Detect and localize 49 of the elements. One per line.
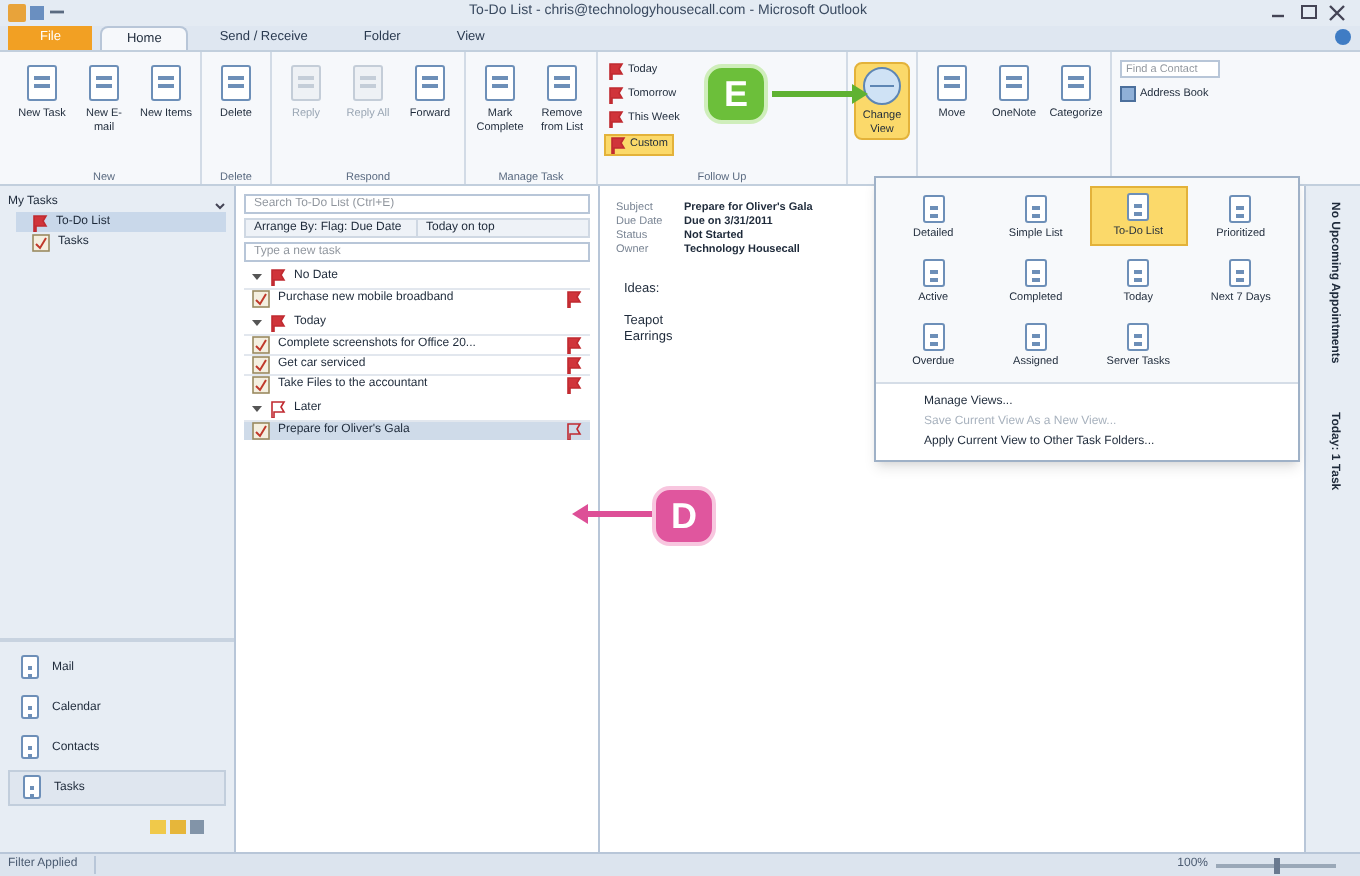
page-icon xyxy=(480,64,520,104)
task-icon xyxy=(252,336,270,354)
page-icon xyxy=(16,694,44,722)
task-icon xyxy=(252,422,270,440)
flag-icon xyxy=(566,290,582,308)
page-icon xyxy=(917,193,950,226)
page-icon xyxy=(1224,193,1257,226)
task-icon xyxy=(252,376,270,394)
page-icon xyxy=(286,64,326,104)
page-icon xyxy=(1019,193,1052,226)
callout-badge: D xyxy=(652,486,716,546)
caret-icon xyxy=(252,271,262,281)
task-icon xyxy=(32,233,50,251)
page-icon xyxy=(1056,64,1096,104)
shortcut-icons-drawing xyxy=(150,818,210,836)
page-icon xyxy=(542,64,582,104)
page-icon xyxy=(917,257,950,290)
quick-access-toolbar-drawing xyxy=(8,4,68,22)
caret-icon xyxy=(252,403,262,413)
page-icon xyxy=(84,64,124,104)
page-icon xyxy=(994,64,1034,104)
help-icon xyxy=(1334,28,1352,46)
page-icon xyxy=(1019,321,1052,354)
task-icon xyxy=(252,290,270,308)
slider-thumb[interactable] xyxy=(1273,857,1279,873)
page-icon xyxy=(16,734,44,762)
page-icon xyxy=(1019,257,1052,290)
caret-icon xyxy=(252,317,262,327)
page-icon xyxy=(917,321,950,354)
task-icon xyxy=(252,356,270,374)
page-icon xyxy=(18,774,46,802)
globe-icon xyxy=(862,66,902,106)
page-icon xyxy=(932,64,972,104)
flag-icon xyxy=(32,213,48,231)
flag-icon xyxy=(566,422,582,440)
page-icon xyxy=(22,64,62,104)
page-icon xyxy=(1122,257,1155,290)
page-icon xyxy=(216,64,256,104)
page-icon xyxy=(146,64,186,104)
callout-arrow xyxy=(772,84,868,104)
callout-badge: E xyxy=(704,64,768,124)
page-icon xyxy=(1224,257,1257,290)
page-icon xyxy=(1122,321,1155,354)
book-icon xyxy=(1120,86,1136,103)
page-icon xyxy=(410,64,450,104)
caret-icon xyxy=(214,197,226,209)
page-icon xyxy=(348,64,388,104)
page-icon xyxy=(16,654,44,682)
page-icon xyxy=(1122,191,1155,224)
